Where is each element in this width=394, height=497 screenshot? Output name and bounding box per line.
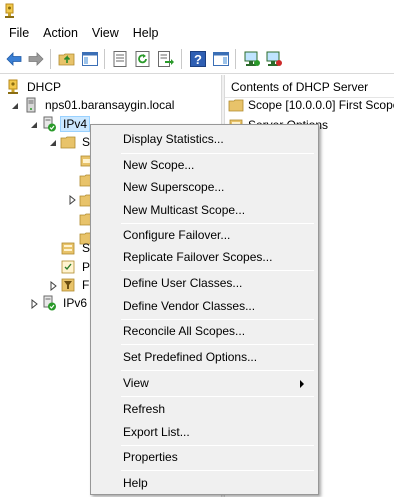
- toolbar-separator: [50, 49, 51, 69]
- dhcp-root-icon: [8, 79, 18, 94]
- menu-item-configure-failover[interactable]: Configure Failover...: [93, 224, 316, 246]
- ipv4-icon: [43, 116, 56, 132]
- expand-arrow-icon[interactable]: [67, 195, 77, 205]
- menu-separator: [121, 270, 314, 271]
- filters-icon: [61, 278, 75, 292]
- menu-item-display-statistics[interactable]: Display Statistics...: [93, 128, 316, 150]
- menu-item-set-predefined-options[interactable]: Set Predefined Options...: [93, 346, 316, 368]
- up-folder-icon[interactable]: [58, 50, 76, 68]
- menu-separator: [121, 370, 314, 371]
- menu-file[interactable]: File: [0, 22, 36, 44]
- tree-item-ipv6[interactable]: IPv6: [41, 293, 90, 313]
- server-icon: [26, 97, 36, 113]
- menu-item-view-label: View: [123, 376, 149, 390]
- show-hide-action-pane-icon[interactable]: [212, 50, 230, 68]
- toolbar-separator: [104, 49, 105, 69]
- menu-item-new-superscope[interactable]: New Superscope...: [93, 176, 316, 198]
- list-item[interactable]: Scope [10.0.0.0] First Scope: [228, 95, 394, 115]
- ipv6-icon: [43, 295, 56, 311]
- dhcp-app-icon: [5, 3, 14, 18]
- expand-arrow-icon[interactable]: [48, 281, 58, 291]
- folder-icon: [228, 99, 244, 112]
- back-arrow-icon[interactable]: [5, 50, 23, 68]
- menu-item-define-user-classes[interactable]: Define User Classes...: [93, 272, 316, 294]
- tree-label-ipv4: IPv4: [60, 116, 91, 132]
- refresh-icon[interactable]: [134, 50, 152, 68]
- tree-item-server[interactable]: nps01.baransaygin.local: [23, 95, 177, 115]
- tree-item-policies[interactable]: P: [60, 257, 93, 277]
- menu-item-new-multicast-scope[interactable]: New Multicast Scope...: [93, 199, 316, 221]
- menu-item-define-vendor-classes[interactable]: Define Vendor Classes...: [93, 295, 316, 317]
- context-menu: Display Statistics... New Scope... New S…: [90, 124, 319, 495]
- menu-item-replicate-failover-scopes[interactable]: Replicate Failover Scopes...: [93, 246, 316, 268]
- menu-item-properties[interactable]: Properties: [93, 446, 316, 468]
- folder-icon: [60, 136, 76, 149]
- tree-item-dhcp[interactable]: DHCP: [5, 77, 64, 97]
- menu-help[interactable]: Help: [126, 22, 166, 44]
- menu-view[interactable]: View: [85, 22, 126, 44]
- svg-text:?: ?: [194, 52, 202, 67]
- export-list-icon[interactable]: [157, 50, 175, 68]
- properties-icon[interactable]: [111, 50, 129, 68]
- menu-action[interactable]: Action: [36, 22, 85, 44]
- menu-item-view[interactable]: View: [93, 372, 316, 394]
- policies-icon: [61, 260, 75, 274]
- tree-item-scope[interactable]: S: [60, 132, 93, 152]
- unauthorize-server-icon[interactable]: [265, 50, 283, 68]
- tree-label-ipv6: IPv6: [63, 296, 88, 310]
- toolbar-separator: [235, 49, 236, 69]
- menu-separator: [121, 470, 314, 471]
- server-options-icon: [61, 242, 75, 255]
- menu-item-reconcile-all-scopes[interactable]: Reconcile All Scopes...: [93, 320, 316, 342]
- list-item-label: Scope [10.0.0.0] First Scope: [248, 98, 394, 112]
- menu-item-help[interactable]: Help: [93, 472, 316, 494]
- collapse-arrow-icon[interactable]: [48, 138, 58, 148]
- title-bar: [0, 0, 394, 22]
- forward-arrow-icon[interactable]: [27, 50, 45, 68]
- menu-item-export-list[interactable]: Export List...: [93, 421, 316, 443]
- expand-arrow-icon[interactable]: [29, 299, 39, 309]
- tree-item-filters[interactable]: F: [60, 275, 92, 295]
- toolbar-separator: [181, 49, 182, 69]
- menu-item-new-scope[interactable]: New Scope...: [93, 154, 316, 176]
- submenu-arrow-icon: [300, 380, 304, 388]
- tree-item-ipv4[interactable]: IPv4: [41, 114, 91, 134]
- collapse-arrow-icon[interactable]: [29, 120, 39, 130]
- tree-label-dhcp: DHCP: [27, 80, 62, 94]
- authorize-server-icon[interactable]: [243, 50, 261, 68]
- tree-label-server: nps01.baransaygin.local: [45, 98, 175, 112]
- menu-separator: [121, 396, 314, 397]
- collapse-arrow-icon[interactable]: [10, 101, 20, 111]
- toolbar: ?: [0, 44, 394, 74]
- tree-item-server-options[interactable]: S: [60, 238, 93, 258]
- menu-item-refresh[interactable]: Refresh: [93, 398, 316, 420]
- help-icon[interactable]: ?: [189, 50, 207, 68]
- menu-bar: File Action View Help: [0, 22, 394, 44]
- show-hide-console-tree-icon[interactable]: [81, 50, 99, 68]
- menu-separator: [121, 344, 314, 345]
